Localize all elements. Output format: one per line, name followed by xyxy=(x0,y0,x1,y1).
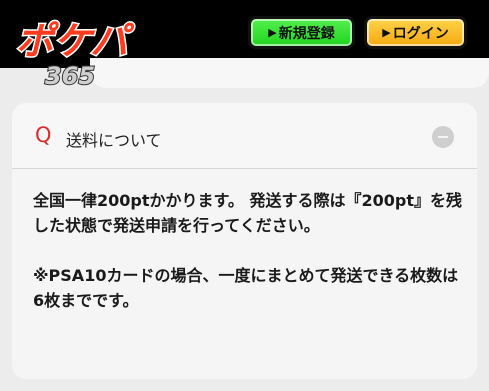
login-button-label: ログイン xyxy=(392,25,449,42)
arrow-right-icon: ▶ xyxy=(268,26,277,39)
login-button[interactable]: ▶ ログイン xyxy=(364,16,467,49)
faq-question-header[interactable]: Q 送料について xyxy=(12,103,477,169)
faq-answer: 全国一律200ptかかります。 発送する際は『200pt』を残した状態で発送申請… xyxy=(33,188,463,338)
logo-subtext: 365 xyxy=(45,62,95,90)
faq-answer-note: ※PSA10カードの場合、一度にまとめて発送できる枚数は6枚までです。 xyxy=(33,266,459,310)
question-mark-label: Q xyxy=(35,123,52,147)
faq-item: Q 送料について 全国一律200ptかかります。 発送する際は『200pt』を残… xyxy=(12,103,477,379)
faq-answer-paragraph: 全国一律200ptかかります。 発送する際は『200pt』を残した状態で発送申請… xyxy=(33,191,462,235)
site-header: ポケパ 365 ▶ 新規登録 ▶ ログイン xyxy=(0,0,489,90)
logo-text: ポケパ xyxy=(16,19,135,63)
site-logo[interactable]: ポケパ 365 xyxy=(8,4,136,91)
register-button-label: 新規登録 xyxy=(278,25,335,42)
header-curve xyxy=(90,58,489,88)
arrow-right-icon: ▶ xyxy=(382,26,391,39)
minus-circle-icon[interactable] xyxy=(432,126,454,148)
faq-question: 送料について xyxy=(66,131,162,150)
register-button[interactable]: ▶ 新規登録 xyxy=(248,16,355,49)
